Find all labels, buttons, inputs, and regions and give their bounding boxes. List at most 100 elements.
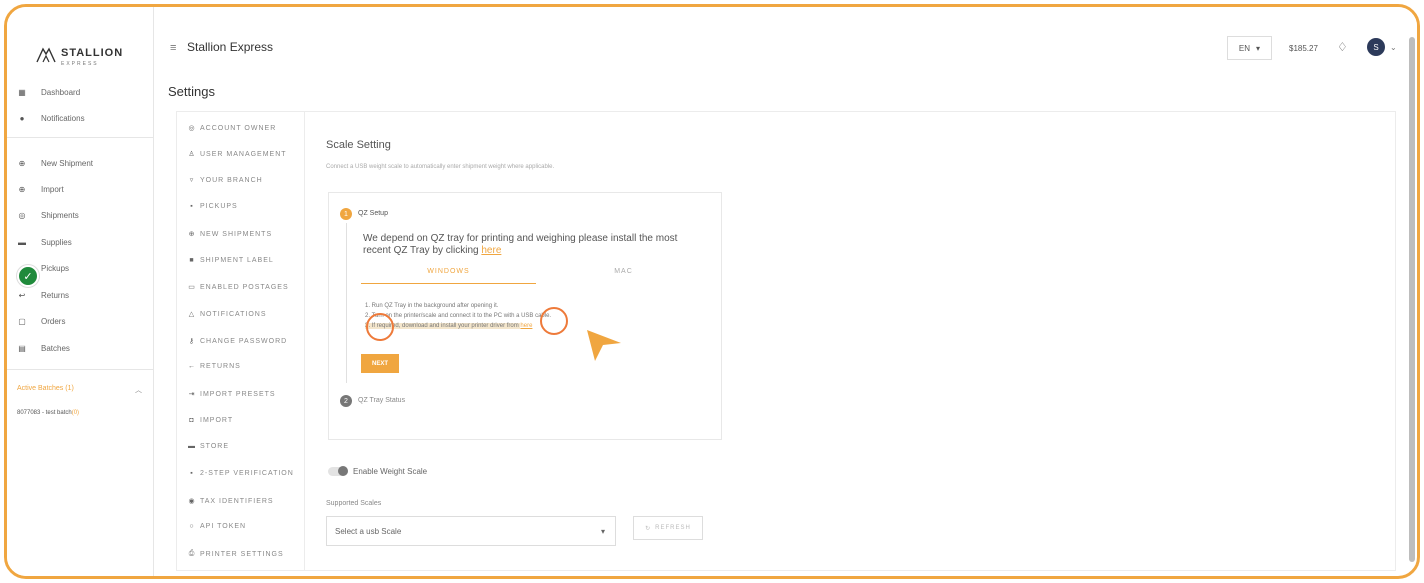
settings-nav-import-presets[interactable]: ⇥ Import Presets (188, 390, 276, 399)
weight-scale-toggle[interactable] (328, 466, 348, 476)
avatar[interactable]: S (1367, 38, 1385, 56)
settings-nav-your-branch[interactable]: ▿ Your Branch (188, 176, 263, 185)
chevron-down-icon[interactable]: ⌄ (1390, 43, 1397, 52)
usb-scale-select-value: Select a usb Scale (335, 526, 402, 536)
sidebar-item-label: Shipments (41, 210, 79, 220)
sidebar-item-supplies[interactable]: ▬ Supplies (17, 235, 72, 249)
settings-nav-label: Store (200, 443, 229, 450)
hamburger-menu-icon[interactable]: ≡ (170, 42, 176, 54)
settings-nav-user-management[interactable]: ♙ User Management (188, 150, 287, 159)
sidebar-item-returns[interactable]: ↩ Returns (17, 288, 69, 302)
instruction-2: 2. Turn on the printer/scale and connect… (365, 313, 552, 319)
settings-nav-returns[interactable]: ← Returns (188, 363, 241, 370)
brand-name: STALLION (61, 47, 124, 59)
sidebar-item-label: Pickups (41, 263, 70, 273)
token-icon: ○ (189, 523, 195, 530)
settings-nav-enabled-postages[interactable]: ▭ Enabled Postages (188, 283, 289, 292)
plus-circle-icon: ⊕ (188, 231, 196, 238)
settings-nav-pickups[interactable]: ▪ Pickups (188, 203, 238, 210)
settings-nav-account-owner[interactable]: ◎ Account Owner (188, 124, 276, 133)
settings-nav-label: Tax Identifiers (200, 497, 274, 505)
user-circle-icon: ◎ (188, 125, 196, 132)
sidebar-item-import[interactable]: ⊕ Import (17, 182, 64, 196)
topbar: ≡ Stallion Express EN ▾ $185.27 ♢ S ⌄ (154, 7, 1417, 69)
globe-icon: ◉ (188, 498, 196, 505)
settings-card: ◎ Account Owner ♙ User Management ▿ Your Br… (176, 111, 1396, 571)
settings-nav-label: Shipment Label (200, 257, 274, 264)
instruction-1: 1. Run QZ Tray in the background after o… (365, 303, 499, 309)
step-1-label: QZ Setup (358, 210, 388, 217)
sidebar: STALLION EXPRESS ▦ Dashboard ● Notificat… (7, 7, 154, 576)
sidebar-item-notifications[interactable]: ● Notifications (17, 111, 85, 125)
sidebar-item-label: Batches (41, 343, 70, 353)
printer-driver-link[interactable]: here (520, 323, 532, 329)
step-1-badge: 1 (340, 208, 352, 220)
chevron-up-icon: ︿ (135, 387, 142, 394)
sidebar-item-dashboard[interactable]: ▦ Dashboard (17, 85, 80, 99)
orders-icon: ▢ (18, 316, 26, 326)
qz-install-message: We depend on QZ tray for printing and we… (363, 233, 678, 256)
notification-bell-icon[interactable]: ♢ (1337, 40, 1348, 54)
bell-icon: ● (19, 113, 25, 123)
step-connector (346, 223, 347, 383)
scale-settings-panel: Scale Setting Connect a USB weight scale… (305, 112, 1395, 570)
sidebar-item-label: Returns (41, 290, 70, 300)
settings-nav-label: Your Branch (200, 176, 263, 184)
settings-nav-store[interactable]: ▬ Store (188, 443, 229, 450)
tab-mac[interactable]: MAC (536, 268, 711, 284)
settings-nav-change-password[interactable]: ⚷ Change Password (188, 337, 288, 346)
settings-nav: ◎ Account Owner ♙ User Management ▿ Your Br… (177, 112, 305, 570)
refresh-button[interactable]: ↻ REFRESH (633, 516, 703, 540)
arrow-left-icon: ← (188, 363, 196, 370)
brand-logo[interactable]: STALLION EXPRESS (35, 43, 123, 67)
language-select[interactable]: EN ▾ (1227, 36, 1272, 60)
scrollbar[interactable] (1409, 37, 1415, 562)
settings-nav-label: Change Password (200, 337, 288, 345)
settings-nav-api-token[interactable]: ○ API Token (188, 523, 246, 530)
active-batches-toggle[interactable]: Active Batches (1) ︿ (17, 385, 142, 395)
return-icon: ↩ (18, 290, 26, 300)
cart-icon: ▬ (18, 237, 26, 247)
sidebar-item-batches[interactable]: ▤ Batches (17, 341, 70, 355)
settings-nav-2-step-verification[interactable]: ▪ 2-Step Verification (188, 470, 294, 477)
users-icon: ♙ (188, 151, 196, 158)
sidebar-divider (7, 137, 154, 138)
step-2-label: QZ Tray Status (358, 397, 406, 404)
sidebar-item-label: Orders (41, 316, 66, 326)
settings-nav-notifications[interactable]: △ Notifications (188, 310, 267, 319)
batch-item[interactable]: 8077083 - test batch(0) (17, 410, 79, 416)
qz-download-link[interactable]: here (481, 245, 501, 256)
settings-nav-shipment-label[interactable]: ■ Shipment Label (188, 257, 274, 264)
horse-logo-icon (36, 47, 56, 63)
store-icon: ▬ (188, 443, 196, 450)
brand-sub: EXPRESS (61, 61, 99, 67)
refresh-icon: ↻ (645, 525, 652, 532)
sidebar-item-new-shipment[interactable]: ⊕ New Shipment (17, 156, 93, 170)
import-icon: ◘ (189, 417, 195, 424)
plus-circle-icon: ⊕ (18, 158, 26, 168)
next-button[interactable]: NEXT (361, 354, 399, 373)
batch-item-label: 8077083 - test batch (17, 410, 72, 416)
active-batches-label: Active Batches (1) (17, 385, 74, 392)
highlight-circle (540, 307, 568, 335)
sidebar-item-orders[interactable]: ▢ Orders (17, 314, 65, 328)
grid-icon: ▦ (18, 87, 26, 97)
settings-nav-tax-identifiers[interactable]: ◉ Tax Identifiers (188, 497, 274, 506)
caret-down-icon: ▾ (1256, 43, 1261, 53)
sidebar-item-shipments[interactable]: ◎ Shipments (17, 208, 79, 222)
settings-nav-new-shipments[interactable]: ⊕ New Shipments (188, 230, 272, 239)
settings-nav-printer-settings[interactable]: ⎙ Printer Settings (188, 550, 284, 558)
box-icon: ◎ (18, 210, 26, 220)
language-value: EN (1238, 43, 1251, 53)
qz-install-text: We depend on QZ tray for printing and we… (363, 233, 693, 257)
highlight-circle (366, 313, 394, 341)
truck-icon: ▪ (190, 203, 194, 210)
usb-scale-select[interactable]: Select a usb Scale ▾ (326, 516, 616, 546)
settings-nav-label: Import Presets (200, 390, 276, 398)
weight-scale-toggle-label: Enable Weight Scale (353, 467, 428, 476)
sidebar-item-label: New Shipment (41, 158, 94, 168)
tab-windows[interactable]: WINDOWS (361, 268, 536, 284)
settings-nav-label: Import (200, 417, 234, 424)
settings-nav-import[interactable]: ◘ Import (188, 417, 233, 424)
settings-nav-label: API Token (200, 523, 247, 530)
